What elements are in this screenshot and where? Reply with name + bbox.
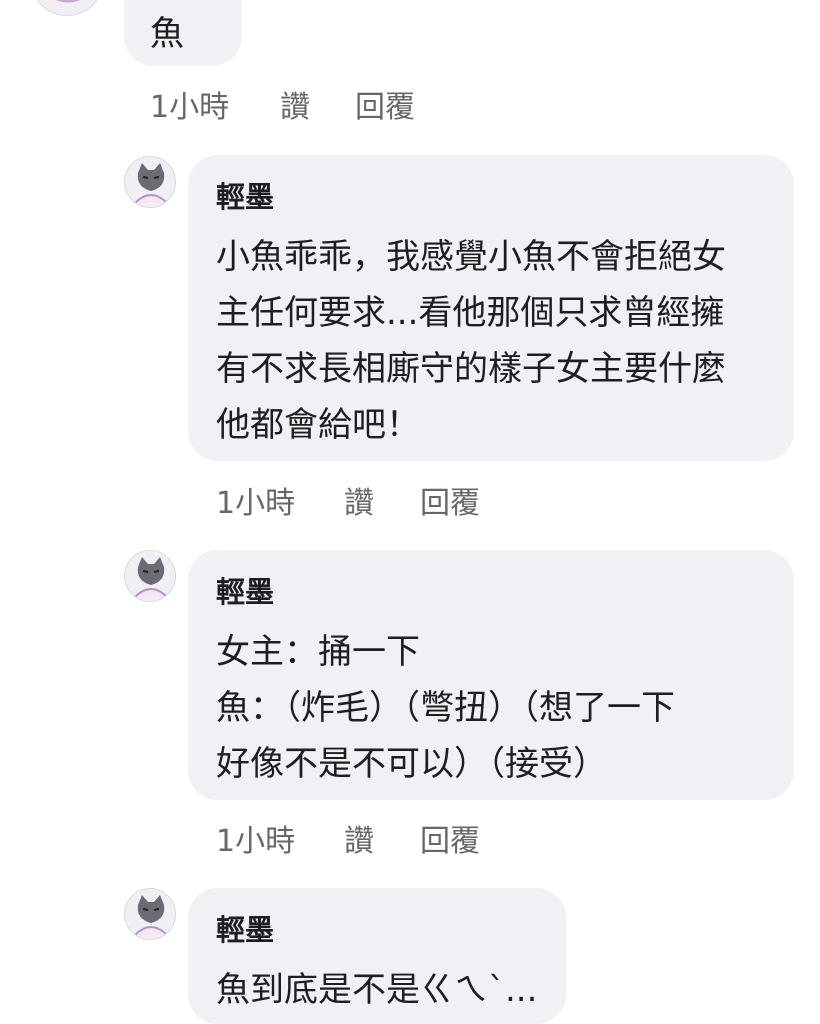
- comment-text-line: 好像不是不可以）（接受）: [216, 744, 607, 784]
- comment-author[interactable]: 輕墨: [216, 177, 274, 217]
- comment-bubble: 魚: [124, 0, 242, 66]
- reply-button[interactable]: 回覆: [355, 88, 415, 128]
- timestamp[interactable]: 1小時: [216, 484, 295, 524]
- comment-bubble: 輕墨 魚到底是不是ㄍㄟˋ...: [188, 888, 566, 1024]
- comment-text-line: 主任何要求...看他那個只求曾經擁: [216, 293, 725, 333]
- comment-text-line: 魚到底是不是ㄍㄟˋ...: [216, 970, 538, 1010]
- comment-text: 魚: [150, 14, 184, 54]
- comment-text-line: 他都會給吧！: [216, 405, 420, 445]
- comment-bubble: 輕墨 小魚乖乖，我感覺小魚不會拒絕女 主任何要求...看他那個只求曾經擁 有不求…: [188, 155, 794, 461]
- reply-button[interactable]: 回覆: [420, 822, 480, 862]
- comment-author[interactable]: 輕墨: [216, 572, 274, 612]
- timestamp[interactable]: 1小時: [150, 88, 229, 128]
- commenter-avatar[interactable]: [124, 550, 176, 602]
- comment-author[interactable]: 輕墨: [216, 910, 274, 950]
- like-button[interactable]: 讚: [280, 88, 310, 128]
- reply-button[interactable]: 回覆: [420, 484, 480, 524]
- cat-avatar-icon: [125, 551, 175, 601]
- commenter-avatar[interactable]: [124, 888, 176, 940]
- comment-text-line: 魚：（炸毛）（彆扭）（想了一下: [216, 688, 675, 728]
- like-button[interactable]: 讚: [344, 822, 374, 862]
- comment-text-line: 有不求長相廝守的樣子女主要什麼: [216, 349, 726, 389]
- comment-bubble: 輕墨 女主：捅一下 魚：（炸毛）（彆扭）（想了一下 好像不是不可以）（接受）: [188, 550, 794, 800]
- comment-text-line: 小魚乖乖，我感覺小魚不會拒絕女: [216, 237, 726, 277]
- cat-avatar-icon: [125, 889, 175, 939]
- like-button[interactable]: 讚: [344, 484, 374, 524]
- commenter-avatar[interactable]: [30, 0, 104, 16]
- cat-avatar-icon: [125, 157, 175, 207]
- commenter-avatar[interactable]: [124, 156, 176, 208]
- cat-avatar-icon: [31, 0, 103, 15]
- timestamp[interactable]: 1小時: [216, 822, 295, 862]
- comment-text-line: 女主：捅一下: [216, 632, 420, 672]
